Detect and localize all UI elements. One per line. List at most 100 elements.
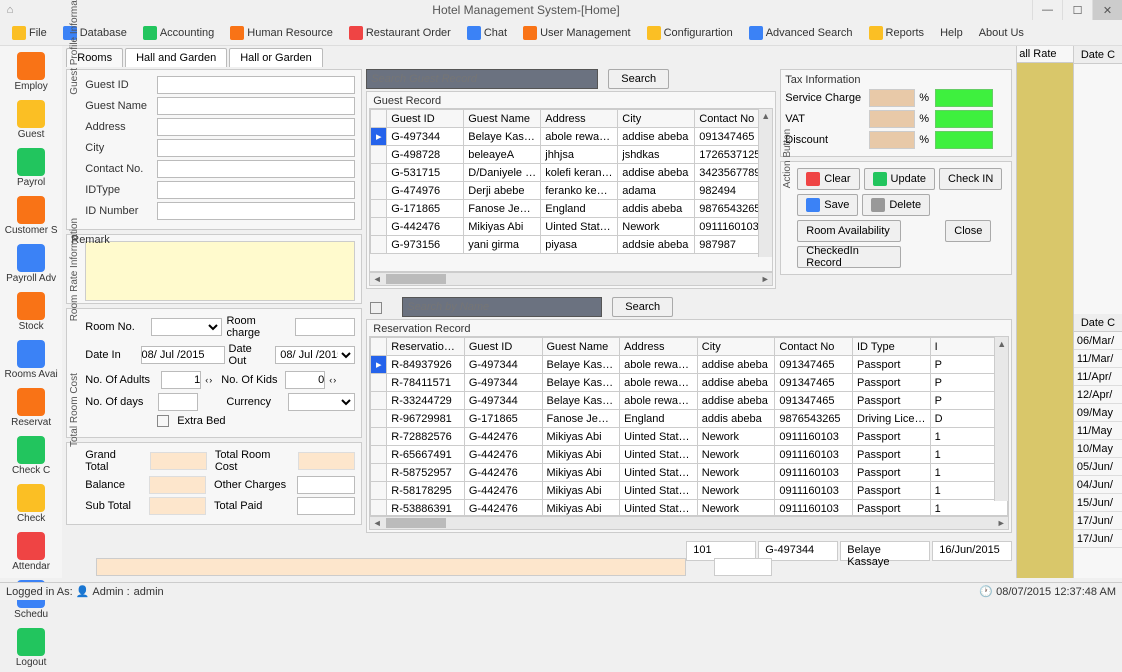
search-guest-input[interactable]: [366, 69, 598, 89]
date-cell[interactable]: 17/Jun/: [1074, 512, 1122, 530]
address-input[interactable]: [157, 118, 355, 136]
adults-down[interactable]: ‹: [205, 375, 208, 385]
nav-rooms-avai[interactable]: Rooms Avai: [0, 336, 62, 384]
city-input[interactable]: [157, 139, 355, 157]
close-button[interactable]: Close: [945, 220, 991, 242]
menu-file[interactable]: File: [6, 24, 53, 42]
date-cell[interactable]: 15/Jun/: [1074, 494, 1122, 512]
guest-record-table[interactable]: Guest IDGuest NameAddressCityContact No▸…: [370, 109, 772, 254]
rcol-reservation-no[interactable]: Reservation No: [387, 338, 465, 356]
guest-name-input[interactable]: [157, 97, 355, 115]
checkin-button[interactable]: Check IN: [939, 168, 1002, 190]
rcol-contact-no[interactable]: Contact No: [775, 338, 853, 356]
search-name-button[interactable]: Search: [612, 297, 673, 317]
table-row[interactable]: G-498728beleayeAjhhjsajshdkas17265371253: [371, 146, 772, 164]
nav-guest[interactable]: Guest: [0, 96, 62, 144]
extra-bed-checkbox[interactable]: [157, 415, 169, 427]
nav-reservat[interactable]: Reservat: [0, 384, 62, 432]
menu-chat[interactable]: Chat: [461, 24, 513, 42]
update-button[interactable]: Update: [864, 168, 935, 190]
tab-hall-and-garden[interactable]: Hall and Garden: [125, 48, 227, 67]
nav-attendar[interactable]: Attendar: [0, 528, 62, 576]
menu-accounting[interactable]: Accounting: [137, 24, 220, 42]
date-out-input[interactable]: 08/ Jul /2015: [275, 346, 355, 364]
rcol-guest-name[interactable]: Guest Name: [542, 338, 620, 356]
rcol-id-type[interactable]: ID Type: [853, 338, 931, 356]
reserv-vscroll[interactable]: ▲: [994, 337, 1008, 501]
contact-no--input[interactable]: [157, 160, 355, 178]
nav-payrol[interactable]: Payrol: [0, 144, 62, 192]
idtype-input[interactable]: [157, 181, 355, 199]
search-name-input[interactable]: [402, 297, 602, 317]
table-row[interactable]: ▸R-84937926G-497344Belaye Kassayeabole r…: [371, 356, 1008, 374]
date-cell[interactable]: 05/Jun/: [1074, 458, 1122, 476]
col-address[interactable]: Address: [541, 110, 618, 128]
menu-advanced-search[interactable]: Advanced Search: [743, 24, 859, 42]
kids-down[interactable]: ‹: [329, 375, 332, 385]
date-in-input[interactable]: [141, 346, 225, 364]
guest-vscroll[interactable]: ▲: [758, 109, 772, 257]
date-cell[interactable]: 11/Mar/: [1074, 350, 1122, 368]
rcol-city[interactable]: City: [697, 338, 775, 356]
table-row[interactable]: G-474976Derji abebeferanko kebele...adam…: [371, 182, 772, 200]
kids-up[interactable]: ›: [333, 375, 336, 385]
date-cell[interactable]: 10/May: [1074, 440, 1122, 458]
close-window-button[interactable]: ✕: [1092, 0, 1122, 20]
table-row[interactable]: R-53886391G-442476Mikiyas AbiUinted Stat…: [371, 500, 1008, 517]
room-availability-button[interactable]: Room Availability: [797, 220, 901, 242]
table-row[interactable]: ▸G-497344Belaye Kassayeabole rewanda...a…: [371, 128, 772, 146]
table-row[interactable]: G-531715D/Daniyele keb...kolefi keraniyo…: [371, 164, 772, 182]
clear-button[interactable]: Clear: [797, 168, 859, 190]
save-button[interactable]: Save: [797, 194, 858, 216]
room-no-select[interactable]: [151, 318, 223, 336]
date-cell[interactable]: 04/Jun/: [1074, 476, 1122, 494]
nav-stock[interactable]: Stock: [0, 288, 62, 336]
remark-input[interactable]: [85, 241, 355, 301]
col-guest-name[interactable]: Guest Name: [464, 110, 541, 128]
table-row[interactable]: R-58178295G-442476Mikiyas AbiUinted Stat…: [371, 482, 1008, 500]
date-cell[interactable]: 11/Apr/: [1074, 368, 1122, 386]
reservation-table[interactable]: Reservation NoGuest IDGuest NameAddressC…: [370, 337, 1008, 516]
reserv-hscroll[interactable]: ◄►: [369, 516, 1009, 530]
rcol-guest-id[interactable]: Guest ID: [464, 338, 542, 356]
service-charge-input[interactable]: [869, 89, 915, 107]
menu-reports[interactable]: Reports: [863, 24, 931, 42]
checkedin-record-button[interactable]: CheckedIn Record: [797, 246, 901, 268]
id-number-input[interactable]: [157, 202, 355, 220]
guest-hscroll[interactable]: ◄►: [369, 272, 773, 286]
nav-check-c[interactable]: Check C: [0, 432, 62, 480]
total-paid-input[interactable]: [297, 497, 355, 515]
tab-hall-or-garden[interactable]: Hall or Garden: [229, 48, 323, 67]
search-guest-button[interactable]: Search: [608, 69, 669, 89]
delete-button[interactable]: Delete: [862, 194, 930, 216]
maximize-button[interactable]: ☐: [1062, 0, 1092, 20]
date-col-header-2[interactable]: Date C: [1074, 314, 1122, 332]
table-row[interactable]: R-58752957G-442476Mikiyas AbiUinted Stat…: [371, 464, 1008, 482]
discount-input[interactable]: [869, 131, 915, 149]
date-cell[interactable]: 11/May: [1074, 422, 1122, 440]
date-cell[interactable]: 09/May: [1074, 404, 1122, 422]
room-charge-input[interactable]: [295, 318, 355, 336]
col-guest-id[interactable]: Guest ID: [387, 110, 464, 128]
kids-input[interactable]: [285, 371, 325, 389]
nav-customer-s[interactable]: Customer S: [0, 192, 62, 240]
table-row[interactable]: G-171865Fanose JemalEnglandaddis abeba98…: [371, 200, 772, 218]
table-row[interactable]: R-72882576G-442476Mikiyas AbiUinted Stat…: [371, 428, 1008, 446]
nav-check[interactable]: Check: [0, 480, 62, 528]
col-city[interactable]: City: [618, 110, 695, 128]
vat-input[interactable]: [869, 110, 915, 128]
rcol-address[interactable]: Address: [620, 338, 698, 356]
table-row[interactable]: R-78411571G-497344Belaye Kassayeabole re…: [371, 374, 1008, 392]
menu-restaurant-order[interactable]: Restaurant Order: [343, 24, 457, 42]
date-col-header[interactable]: Date C: [1074, 46, 1122, 64]
table-row[interactable]: G-442476Mikiyas AbiUinted State A...Newo…: [371, 218, 772, 236]
menu-help[interactable]: Help: [934, 25, 969, 41]
menu-about-us[interactable]: About Us: [973, 25, 1030, 41]
days-input[interactable]: [158, 393, 198, 411]
date-cell[interactable]: 06/Mar/: [1074, 332, 1122, 350]
table-row[interactable]: G-973156yani girmapiyasaaddsie abeba9879…: [371, 236, 772, 254]
currency-select[interactable]: [288, 393, 355, 411]
nav-employ[interactable]: Employ: [0, 48, 62, 96]
nav-payroll-adv[interactable]: Payroll Adv: [0, 240, 62, 288]
date-cell[interactable]: 12/Apr/: [1074, 386, 1122, 404]
